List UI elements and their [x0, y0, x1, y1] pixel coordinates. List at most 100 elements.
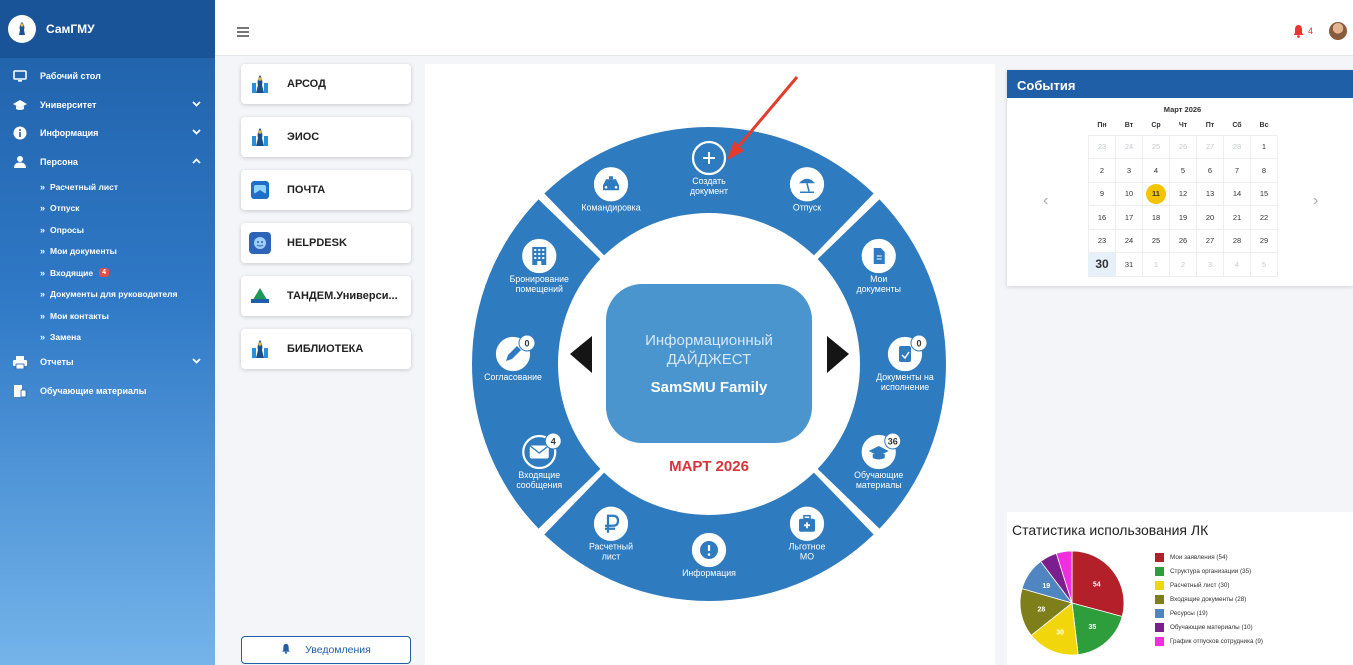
- wheel-next-arrow[interactable]: [827, 336, 849, 373]
- legend-item[interactable]: Расчетный лист (30): [1155, 578, 1263, 592]
- wheel-item-label: Входящие: [518, 470, 560, 480]
- app-label: БИБЛИОТЕКА: [287, 343, 364, 355]
- calendar-day[interactable]: 30: [1088, 252, 1116, 277]
- stats-panel: Статистика использования ЛК 54 35 30 28 19 М…: [1007, 512, 1353, 665]
- calendar-day[interactable]: 24: [1115, 134, 1143, 159]
- calendar-day[interactable]: 17: [1115, 205, 1143, 230]
- app-card-tandem[interactable]: ТАНДЕМ.Универси...: [241, 276, 411, 316]
- tandem-icon: [249, 285, 271, 307]
- calendar-day[interactable]: 5: [1250, 252, 1278, 277]
- calendar-next-icon[interactable]: ›: [1313, 192, 1318, 210]
- chart-legend: Мои заявления (54) Структура организации …: [1155, 550, 1263, 648]
- calendar-day[interactable]: 16: [1088, 205, 1116, 230]
- wheel-prev-arrow[interactable]: [570, 336, 592, 373]
- calendar-day[interactable]: 27: [1196, 228, 1224, 253]
- calendar-day[interactable]: 5: [1169, 158, 1197, 183]
- calendar-day[interactable]: 6: [1196, 158, 1224, 183]
- calendar-day[interactable]: 3: [1115, 158, 1143, 183]
- sidebar-subitem-my-documents[interactable]: » Мои документы: [0, 241, 215, 263]
- legend-item[interactable]: График отпусков сотрудника (9): [1155, 634, 1263, 648]
- chevron-up-icon[interactable]: [192, 156, 201, 166]
- legend-item[interactable]: Обучающие материалы (10): [1155, 620, 1263, 634]
- avatar[interactable]: [1329, 22, 1347, 40]
- calendar-day[interactable]: 1: [1142, 252, 1170, 277]
- sidebar-subitem-substitution[interactable]: » Замена: [0, 327, 215, 349]
- calendar-day[interactable]: 9: [1088, 181, 1116, 206]
- calendar-day[interactable]: 23: [1088, 134, 1116, 159]
- chevron-down-icon[interactable]: [192, 99, 201, 109]
- sidebar-item-university[interactable]: Университет: [0, 91, 215, 120]
- calendar-day[interactable]: 3: [1196, 252, 1224, 277]
- chevron-down-icon[interactable]: [192, 356, 201, 366]
- sidebar-subitem-inbox[interactable]: » Входящие 4: [0, 262, 215, 284]
- calendar-day[interactable]: 24: [1115, 228, 1143, 253]
- notifications-bell[interactable]: 4: [1292, 24, 1313, 38]
- calendar-day[interactable]: 29: [1250, 228, 1278, 253]
- app-card-mail[interactable]: ПОЧТА: [241, 170, 411, 210]
- legend-swatch: [1155, 566, 1164, 576]
- chevron-down-icon[interactable]: [192, 127, 201, 137]
- wheel-item-label: материалы: [856, 480, 902, 490]
- calendar-day[interactable]: 21: [1223, 205, 1251, 230]
- sidebar-item-desktop[interactable]: Рабочий стол: [0, 62, 215, 91]
- calendar-day[interactable]: 22: [1250, 205, 1278, 230]
- calendar-day[interactable]: 19: [1169, 205, 1197, 230]
- app-card-helpdesk[interactable]: HELPDESK: [241, 223, 411, 263]
- calendar: Март 2026 Пн Вт Ср Чт Пт Сб Вс 23 24 25 26 27 28 1 2 3…: [1088, 105, 1278, 277]
- calendar-day[interactable]: 25: [1142, 228, 1170, 253]
- notifications-button[interactable]: Уведомления: [241, 636, 411, 664]
- app-card-library[interactable]: БИБЛИОТЕКА: [241, 329, 411, 369]
- calendar-day[interactable]: 18: [1142, 205, 1170, 230]
- calendar-day[interactable]: 11: [1142, 181, 1170, 206]
- sidebar-item-reports[interactable]: Отчеты: [0, 348, 215, 377]
- menu-toggle-icon[interactable]: [237, 27, 249, 39]
- legend-swatch: [1155, 622, 1164, 632]
- calendar-day[interactable]: 28: [1223, 228, 1251, 253]
- calendar-day[interactable]: 8: [1250, 158, 1278, 183]
- double-chevron-icon: »: [40, 267, 46, 278]
- wheel-item-label: Расчетный: [589, 542, 633, 552]
- sidebar-subitem-contacts[interactable]: » Мои контакты: [0, 305, 215, 327]
- calendar-day[interactable]: 2: [1169, 252, 1197, 277]
- calendar-day[interactable]: 25: [1142, 134, 1170, 159]
- legend-item[interactable]: Структура организации (35): [1155, 564, 1263, 578]
- double-chevron-icon: »: [40, 332, 46, 343]
- sidebar-item-persona[interactable]: Персона: [0, 148, 215, 177]
- calendar-day[interactable]: 28: [1223, 134, 1251, 159]
- calendar-day[interactable]: 13: [1196, 181, 1224, 206]
- sidebar-header[interactable]: СамГМУ: [0, 0, 215, 58]
- calendar-day[interactable]: 4: [1223, 252, 1251, 277]
- calendar-day[interactable]: 2: [1088, 158, 1116, 183]
- sidebar-item-info[interactable]: Информация: [0, 119, 215, 148]
- calendar-day[interactable]: 31: [1115, 252, 1143, 277]
- calendar-day[interactable]: 23: [1088, 228, 1116, 253]
- sidebar-subitem-surveys[interactable]: » Опросы: [0, 219, 215, 241]
- app-card-arsod[interactable]: АРСОД: [241, 64, 411, 104]
- wheel-item-label: исполнение: [881, 382, 929, 392]
- sidebar-menu: Рабочий стол Университет Информация Перс…: [0, 58, 215, 405]
- app-card-eios[interactable]: ЭИОС: [241, 117, 411, 157]
- sidebar-subitem-vacation[interactable]: » Отпуск: [0, 198, 215, 220]
- calendar-day[interactable]: 7: [1223, 158, 1251, 183]
- sidebar-item-materials[interactable]: Обучающие материалы: [0, 377, 215, 406]
- count-badge: 0: [910, 334, 928, 352]
- calendar-day[interactable]: 12: [1169, 181, 1197, 206]
- legend-item[interactable]: Ресурсы (19): [1155, 606, 1263, 620]
- calendar-day[interactable]: 27: [1196, 134, 1224, 159]
- count-badge: 0: [518, 334, 536, 352]
- legend-item[interactable]: Входящие документы (28): [1155, 592, 1263, 606]
- wheel-item[interactable]: Отпуск: [789, 167, 825, 212]
- calendar-day[interactable]: 20: [1196, 205, 1224, 230]
- calendar-day[interactable]: 14: [1223, 181, 1251, 206]
- calendar-day[interactable]: 15: [1250, 181, 1278, 206]
- calendar-day[interactable]: 10: [1115, 181, 1143, 206]
- legend-item[interactable]: Мои заявления (54): [1155, 550, 1263, 564]
- notifications-count: 4: [1308, 26, 1314, 36]
- calendar-prev-icon[interactable]: ‹: [1043, 192, 1048, 210]
- calendar-day[interactable]: 26: [1169, 228, 1197, 253]
- calendar-day[interactable]: 1: [1250, 134, 1278, 159]
- sidebar-subitem-payslip[interactable]: » Расчетный лист: [0, 176, 215, 198]
- calendar-day[interactable]: 4: [1142, 158, 1170, 183]
- calendar-day[interactable]: 26: [1169, 134, 1197, 159]
- sidebar-subitem-manager-docs[interactable]: » Документы для руководителя: [0, 284, 215, 306]
